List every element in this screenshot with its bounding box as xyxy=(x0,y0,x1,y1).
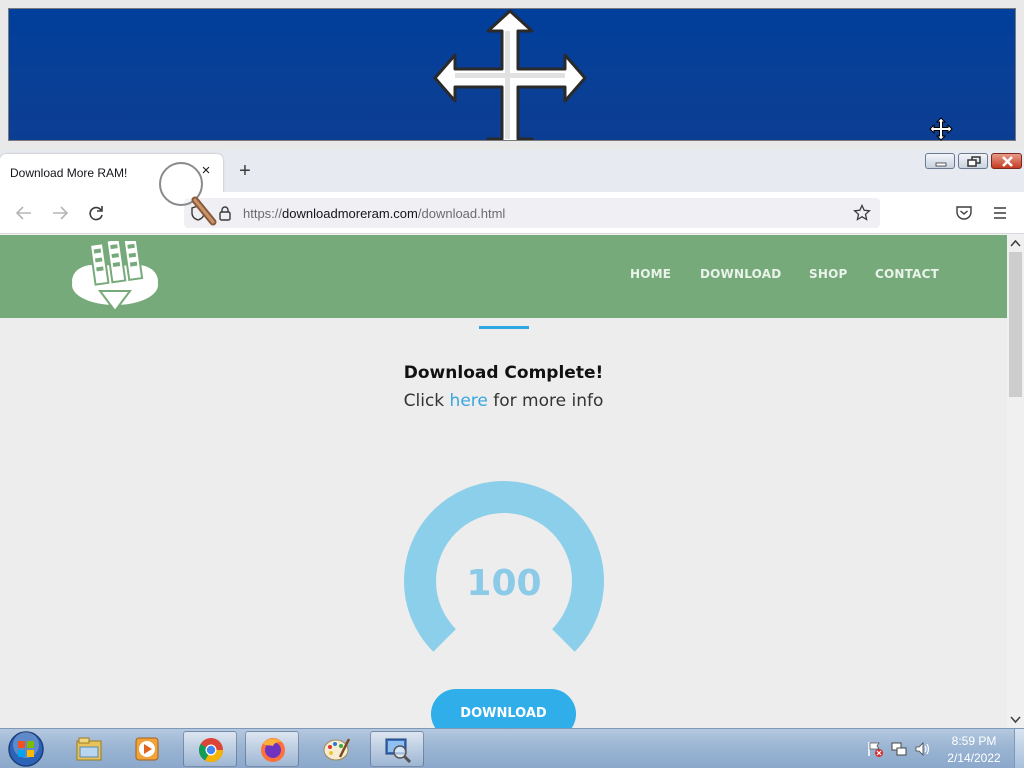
minimize-icon xyxy=(935,162,947,167)
taskbar-firefox[interactable] xyxy=(245,731,299,767)
reload-icon[interactable] xyxy=(85,203,107,223)
move-cursor-small-icon xyxy=(929,117,953,141)
clock-date[interactable]: 2/14/2022 xyxy=(935,751,1013,765)
progress-value: 100 xyxy=(466,563,542,604)
move-cursor-icon xyxy=(433,9,587,140)
taskbar-magnifier[interactable] xyxy=(370,731,424,767)
site-header: HOME DOWNLOAD SHOP CONTACT xyxy=(0,235,1007,318)
magnifier-icon xyxy=(385,738,412,764)
taskbar-paint[interactable] xyxy=(310,731,364,767)
taskbar: 8:59 PM 2/14/2022 xyxy=(0,728,1024,768)
show-desktop-button[interactable] xyxy=(1014,729,1024,768)
start-orb-icon[interactable] xyxy=(6,730,46,768)
tab-title: Download More RAM! xyxy=(10,166,128,180)
url-text[interactable]: https://downloadmoreram.com/download.htm… xyxy=(243,206,505,221)
close-window-button[interactable] xyxy=(991,153,1022,169)
chrome-icon xyxy=(198,738,223,763)
download-complete-heading: Download Complete! xyxy=(403,363,604,383)
volume-icon[interactable] xyxy=(914,740,932,758)
nav-home-link[interactable]: HOME xyxy=(630,267,671,281)
download-button[interactable]: DOWNLOAD xyxy=(431,689,576,728)
taskbar-media-player[interactable] xyxy=(120,731,174,767)
info-text: Click here for more info xyxy=(0,391,1007,411)
new-tab-button[interactable]: + xyxy=(234,160,256,182)
magnifier-panel xyxy=(0,0,1024,150)
scroll-up-icon[interactable] xyxy=(1007,235,1024,252)
section-divider xyxy=(479,326,529,329)
nav-contact-link[interactable]: CONTACT xyxy=(875,267,939,281)
menu-icon[interactable] xyxy=(991,204,1009,222)
nav-shop-link[interactable]: SHOP xyxy=(809,267,847,281)
forward-arrow-icon[interactable] xyxy=(49,203,71,223)
action-center-flag-icon[interactable] xyxy=(866,740,884,758)
scroll-down-icon[interactable] xyxy=(1007,711,1024,728)
page-scrollbar[interactable] xyxy=(1007,235,1024,728)
back-arrow-icon[interactable] xyxy=(13,203,35,223)
url-scheme: https:// xyxy=(243,206,283,221)
scroll-thumb[interactable] xyxy=(1009,252,1022,397)
clock-time[interactable]: 8:59 PM xyxy=(935,734,1013,748)
download-ram-logo[interactable] xyxy=(70,241,160,315)
tab-strip: Download More RAM! × + xyxy=(0,150,1024,192)
network-icon[interactable] xyxy=(890,740,908,758)
paint-icon xyxy=(323,738,351,761)
page-viewport: HOME DOWNLOAD SHOP CONTACT Download Comp… xyxy=(0,235,1007,728)
file-explorer-icon xyxy=(76,737,102,761)
restore-button[interactable] xyxy=(958,153,988,169)
url-path: /download.html xyxy=(417,206,506,221)
info-suffix: for more info xyxy=(487,391,604,411)
url-host: downloadmoreram.com xyxy=(282,206,418,221)
pocket-icon[interactable] xyxy=(955,204,973,222)
taskbar-file-explorer[interactable] xyxy=(62,731,116,767)
firefox-icon xyxy=(261,738,285,762)
minimize-button[interactable] xyxy=(925,153,955,169)
restore-icon xyxy=(967,156,981,167)
taskbar-chrome[interactable] xyxy=(183,731,237,767)
info-prefix: Click xyxy=(403,391,450,411)
info-here-link[interactable]: here xyxy=(450,391,488,411)
navigation-toolbar: https://downloadmoreram.com/download.htm… xyxy=(0,192,1024,234)
nav-download-link[interactable]: DOWNLOAD xyxy=(700,267,781,281)
lock-icon[interactable] xyxy=(218,205,232,221)
address-bar[interactable]: https://downloadmoreram.com/download.htm… xyxy=(184,198,880,228)
close-icon xyxy=(1002,156,1013,167)
media-player-icon xyxy=(135,737,159,761)
bookmark-star-icon[interactable] xyxy=(853,204,871,222)
magnified-view xyxy=(8,8,1016,141)
magnifier-lens-cursor xyxy=(159,162,217,226)
